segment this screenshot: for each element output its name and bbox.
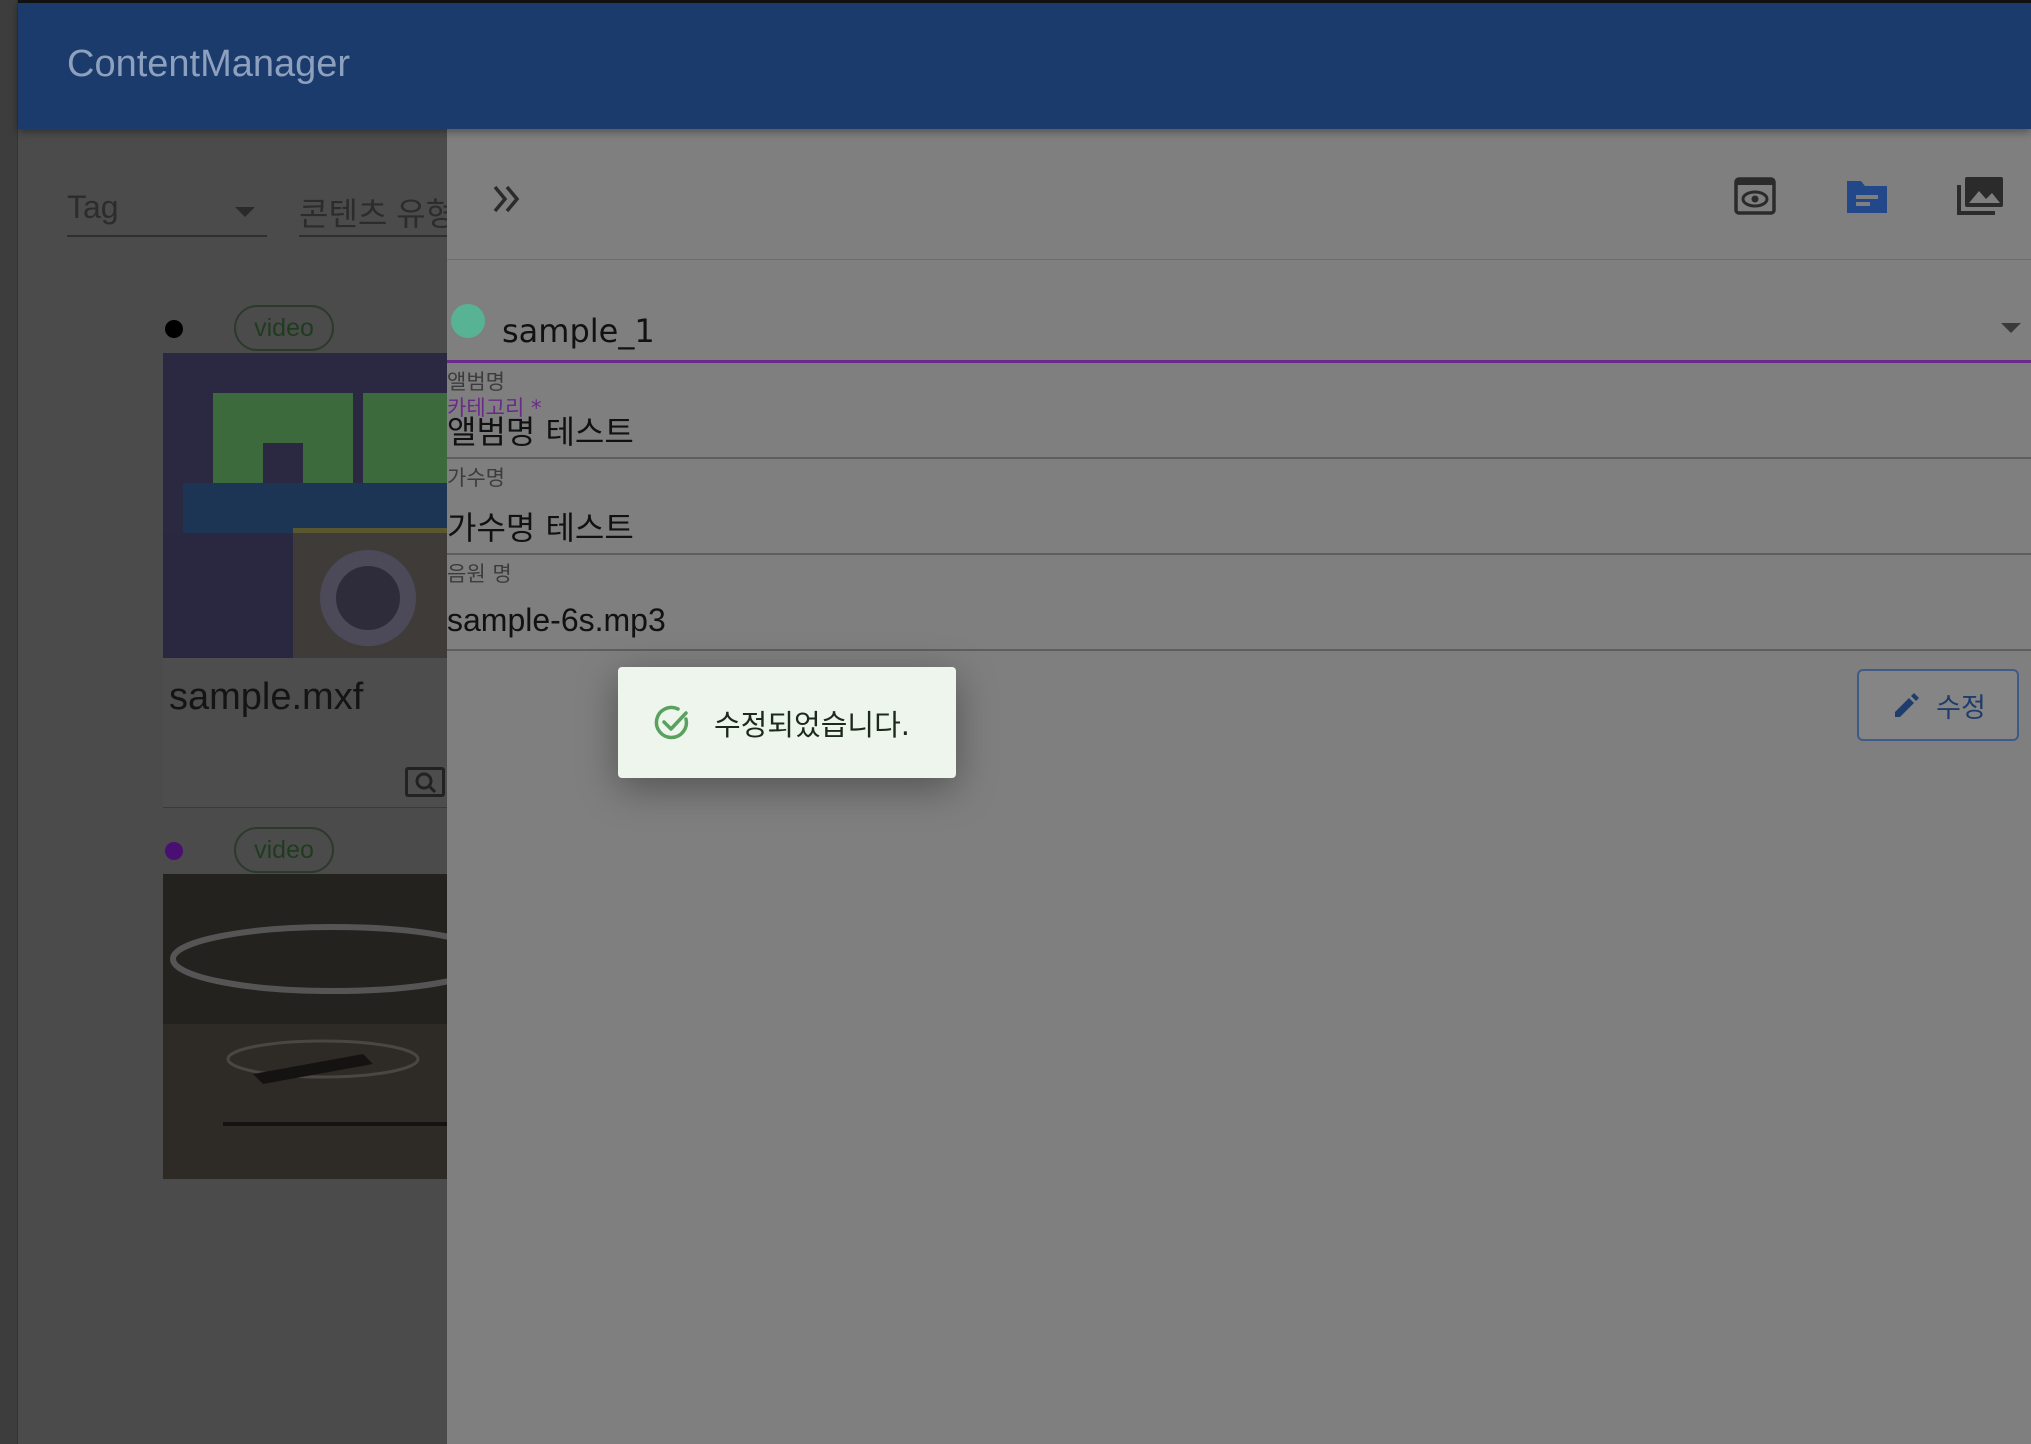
tag-filter-label: Tag — [67, 189, 119, 225]
category-value: sample_1 — [502, 312, 655, 350]
artist-label: 가수명 — [447, 466, 505, 490]
edit-button[interactable]: 수정 — [1857, 669, 2019, 741]
pencil-icon — [1895, 693, 1920, 717]
edit-drawer: 카테고리 * sample_1 앨범명 앨범명 테스트 가수명 가수명 테스트 … — [447, 129, 2031, 1444]
artist-field[interactable]: 가수명 테스트 — [447, 503, 634, 549]
artist-underline — [447, 553, 2031, 555]
category-underline — [447, 360, 2031, 363]
album-field[interactable]: 앨범명 테스트 — [447, 407, 634, 453]
album-label: 앨범명 — [447, 370, 505, 394]
collapse-icon[interactable] — [485, 177, 529, 221]
album-underline — [447, 457, 2031, 459]
card-body: sample.mxf — [163, 658, 447, 808]
edit-button-label: 수정 — [1936, 692, 1986, 724]
status-dot — [165, 842, 183, 860]
toast-message: 수정되었습니다. — [714, 707, 910, 742]
content-list: Tag 콘텐츠 유형 video sample.mxf video — [18, 129, 459, 1444]
check-circle-icon — [654, 705, 689, 739]
track-field[interactable]: sample-6s.mp3 — [447, 602, 666, 639]
content-type-filter-label: 콘텐츠 유형 — [299, 196, 456, 232]
content-type-filter-select[interactable]: 콘텐츠 유형 — [299, 189, 459, 237]
app-bar: ContentManager — [18, 0, 2031, 129]
type-chip: video — [234, 827, 334, 873]
drawer-toolbar — [447, 129, 2031, 260]
tag-filter-select[interactable]: Tag — [67, 189, 267, 237]
category-color-swatch — [451, 304, 485, 338]
card-header: video — [18, 305, 447, 353]
preview-icon[interactable] — [1732, 173, 1778, 219]
track-underline — [447, 649, 2031, 651]
folder-icon[interactable] — [1844, 173, 1890, 219]
chevron-down-icon — [235, 207, 255, 217]
left-edge-strip — [0, 0, 18, 1444]
success-toast: 수정되었습니다. — [618, 667, 956, 778]
video-thumbnail[interactable] — [163, 874, 447, 1179]
video-thumbnail[interactable] — [163, 353, 447, 658]
track-label: 음원 명 — [447, 562, 512, 586]
gallery-icon[interactable] — [1955, 173, 2003, 219]
chevron-down-icon[interactable] — [2001, 323, 2021, 333]
zoom-icon[interactable] — [405, 767, 445, 797]
app-title: ContentManager — [67, 43, 351, 85]
status-dot — [165, 320, 183, 338]
card-header: video — [18, 827, 447, 875]
type-chip: video — [234, 305, 334, 351]
card-title: sample.mxf — [169, 676, 364, 718]
